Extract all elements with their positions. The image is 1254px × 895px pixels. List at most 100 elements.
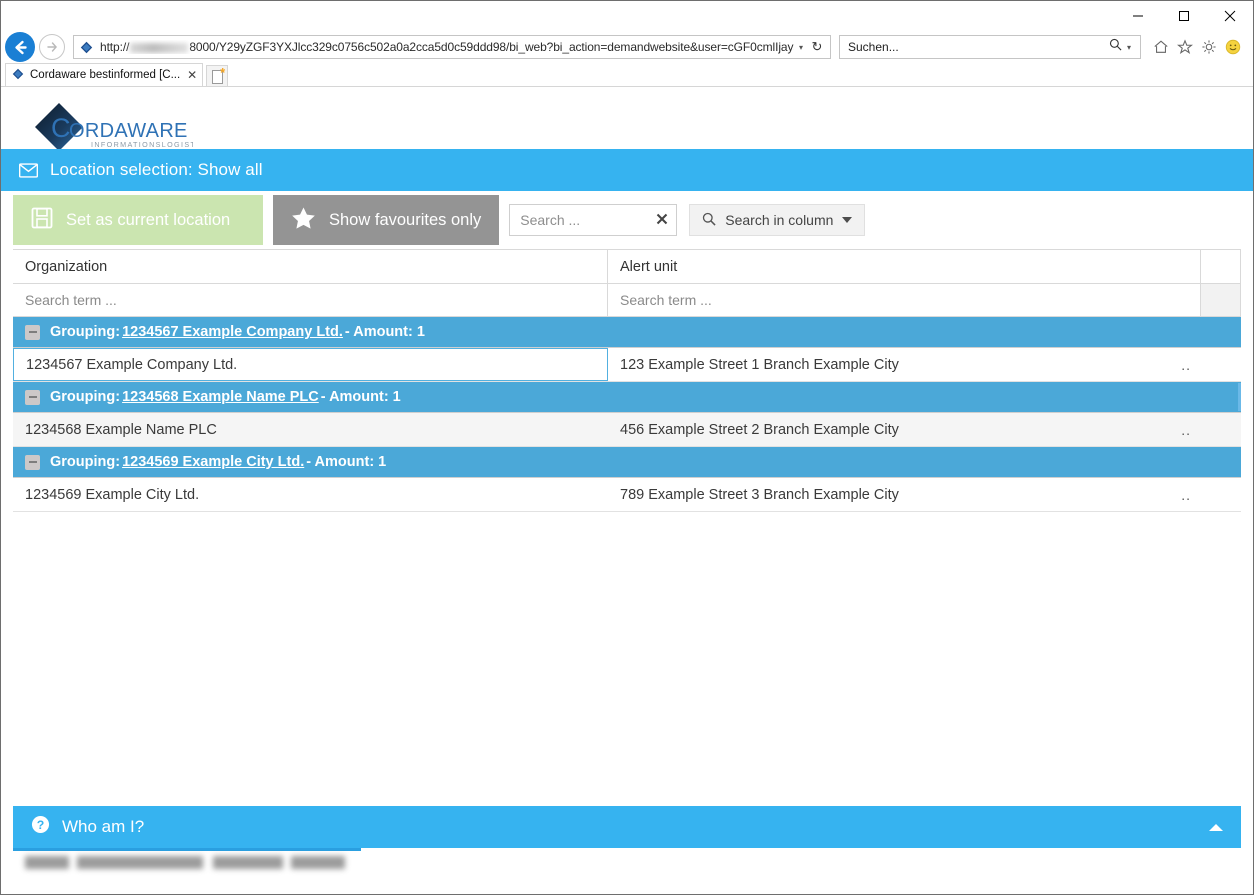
table-row[interactable]: 1234568 Example Name PLC 456 Example Str… [13,413,1241,447]
cell-organization[interactable]: 1234567 Example Company Ltd. [13,348,608,381]
grid-toolbar: Set as current location Show favourites … [1,191,1253,249]
smiley-icon[interactable] [1221,35,1245,59]
question-circle-icon: ? [31,815,50,839]
grid-vertical-scrollbar[interactable] [1238,383,1241,411]
brand-logo: C ORDAWARE INFORMATIONSLOGISTIK [1,87,1253,151]
filter-input-alert-unit[interactable]: Search term ... [608,284,1201,317]
save-icon [31,207,53,234]
group-name-link[interactable]: 1234569 Example City Ltd. [122,454,304,470]
url-dropdown-icon[interactable]: ▾ [794,43,808,52]
svg-text:INFORMATIONSLOGISTIK: INFORMATIONSLOGISTIK [91,140,193,149]
svg-text:?: ? [37,818,45,832]
back-button[interactable] [5,32,35,62]
group-header-row[interactable]: Grouping: 1234567 Example Company Ltd. -… [13,317,1241,348]
browser-window: http://8000/Y29yZGF3YXJlcc329c0756c502a0… [0,0,1254,895]
cell-extra[interactable] [1201,478,1241,511]
browser-search-dropdown-icon[interactable]: ▾ [1122,43,1136,52]
url-text: http://8000/Y29yZGF3YXJlcc329c0756c502a0… [100,40,794,54]
browser-search-box[interactable]: Suchen... ▾ [839,35,1141,59]
collapse-group-icon[interactable] [25,389,40,405]
group-amount-value: 1 [416,324,425,340]
filter-input-extra[interactable] [1201,284,1241,317]
search-icon[interactable] [1109,38,1122,56]
cell-organization[interactable]: 1234569 Example City Ltd. [13,478,608,511]
tab-close-icon[interactable]: ✕ [186,68,198,82]
window-titlebar [1,1,1253,31]
browser-search-text: Suchen... [848,40,899,54]
group-header-row[interactable]: Grouping: 1234568 Example Name PLC - Amo… [13,382,1241,413]
browser-tab[interactable]: Cordaware bestinformed [C... ✕ [5,63,204,86]
accordion-focus-indicator [13,848,361,851]
who-am-i-accordion: ? Who am I? [13,806,1241,894]
grid-search-input[interactable]: Search ... [509,204,678,236]
cell-extra[interactable] [1201,348,1241,381]
collapse-group-icon[interactable] [25,454,40,470]
overflow-marker: .. [1181,421,1191,438]
svg-text:C: C [51,113,70,143]
clear-icon[interactable] [656,212,668,229]
chevron-down-icon [842,217,853,223]
site-favicon [80,41,94,54]
group-prefix-label: Grouping: [50,324,121,340]
section-title: Location selection: Show all [50,160,263,179]
reload-icon[interactable]: ↻ [808,39,826,55]
table-row[interactable]: 1234569 Example City Ltd. 789 Example St… [13,478,1241,512]
svg-text:ORDAWARE: ORDAWARE [69,120,188,142]
arrow-left-icon [14,40,27,54]
location-selection-header: Location selection: Show all [1,149,1253,191]
browser-navigation-bar: http://8000/Y29yZGF3YXJlcc329c0756c502a0… [1,31,1253,63]
url-bar[interactable]: http://8000/Y29yZGF3YXJlcc329c0756c502a0… [73,35,831,59]
cell-alert-unit-text: 789 Example Street 3 Branch Example City [620,486,899,503]
group-amount-prefix: - Amount: [320,389,389,405]
column-header-organization[interactable]: Organization [13,250,608,284]
group-prefix-label: Grouping: [50,454,121,470]
group-header-row[interactable]: Grouping: 1234569 Example City Ltd. - Am… [13,447,1241,478]
cell-alert-unit-text: 123 Example Street 1 Branch Example City [620,356,899,373]
cell-alert-unit[interactable]: 456 Example Street 2 Branch Example City… [608,413,1201,446]
overflow-marker: .. [1181,486,1191,503]
gear-icon[interactable] [1197,35,1221,59]
column-header-organization-label: Organization [25,258,108,275]
grid-header-row: Organization Alert unit [13,250,1241,284]
column-header-extra[interactable] [1201,250,1241,284]
group-amount-value: 1 [378,454,387,470]
collapse-group-icon[interactable] [25,324,40,340]
column-header-alert-unit-label: Alert unit [620,258,678,275]
group-name-link[interactable]: 1234567 Example Company Ltd. [122,324,343,340]
forward-button[interactable] [39,34,65,60]
cell-alert-unit[interactable]: 789 Example Street 3 Branch Example City… [608,478,1201,511]
minimize-button[interactable] [1115,2,1161,31]
cell-alert-unit[interactable]: 123 Example Street 1 Branch Example City… [608,348,1201,381]
maximize-button[interactable] [1161,2,1207,31]
cell-alert-unit-text: 456 Example Street 2 Branch Example City [620,421,899,438]
arrow-right-icon [47,42,57,52]
cell-extra[interactable] [1201,413,1241,446]
group-name-link[interactable]: 1234568 Example Name PLC [122,389,319,405]
set-as-current-location-button[interactable]: Set as current location [13,195,263,245]
show-favourites-only-button[interactable]: Show favourites only [273,195,500,245]
overflow-marker: .. [1181,356,1191,373]
who-am-i-title: Who am I? [62,817,145,836]
new-tab-button[interactable] [206,65,229,86]
group-amount-value: 1 [392,389,401,405]
filter-placeholder-organization: Search term ... [25,292,117,308]
star-icon[interactable] [1173,35,1197,59]
show-favourites-only-label: Show favourites only [329,210,482,229]
home-icon[interactable] [1149,35,1173,59]
page-content: C ORDAWARE INFORMATIONSLOGISTIK Location… [1,87,1253,894]
close-button[interactable] [1207,2,1253,31]
browser-toolbar-icons [1149,35,1245,59]
group-prefix-label: Grouping: [50,389,121,405]
chevron-up-icon[interactable] [1209,823,1223,831]
who-am-i-header[interactable]: ? Who am I? [13,806,1241,848]
search-in-column-dropdown[interactable]: Search in column [689,204,866,236]
browser-tabbar: Cordaware bestinformed [C... ✕ [1,63,1253,87]
column-header-alert-unit[interactable]: Alert unit [608,250,1201,284]
group-amount-prefix: - Amount: [344,324,413,340]
table-row[interactable]: 1234567 Example Company Ltd. 123 Example… [13,348,1241,382]
url-redacted-host [130,42,189,53]
search-in-column-label: Search in column [725,212,834,228]
filter-input-organization[interactable]: Search term ... [13,284,608,317]
cell-organization[interactable]: 1234568 Example Name PLC [13,413,608,446]
who-am-i-redacted-text [25,856,345,869]
